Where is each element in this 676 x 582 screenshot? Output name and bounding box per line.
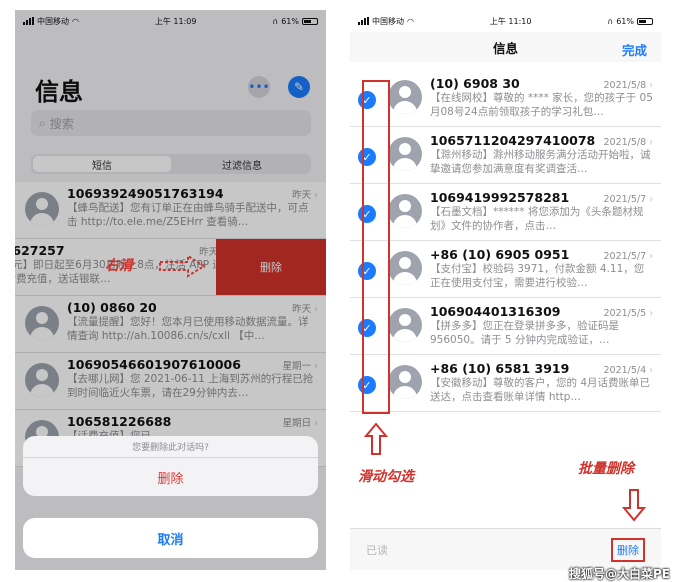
table-row[interactable]: ✓ 10657112042974100782021/5/8 【滁州移动】滁州移动… [350, 127, 661, 184]
annotation-swipe-right: 右滑 [105, 258, 133, 274]
down-arrow-icon [622, 489, 646, 522]
sender: 10694199925782​81 [430, 190, 570, 205]
date: 2021/5/4 [604, 365, 654, 376]
preview: 【安徽移动】尊敬的客户，您的 4月话费账单已送达，点击查看账单详情 http… [430, 377, 651, 403]
table-row[interactable]: ✓ 10694199925782​812021/5/7 【石墨文档】******… [350, 184, 661, 241]
clock: 上午 11:10 [489, 16, 532, 26]
left-phone-screenshot: 中国移动 ◠ 上午 11:09 ∩ 61% 信息 ••• ✎ ⌕ 搜索 短信 过… [15, 10, 326, 570]
batch-delete-button[interactable]: 删除 [611, 537, 645, 562]
avatar [388, 251, 422, 285]
avatar [388, 194, 422, 228]
mark-read-button[interactable]: 已读 [366, 542, 388, 558]
cancel-button[interactable]: 取消 [23, 518, 318, 558]
table-row[interactable]: ✓ 1069044013163092021/5/5 【拼多多】您正在登录拼多多，… [350, 298, 661, 355]
annotation-swipe-select: 滑动勾选 [358, 469, 414, 485]
avatar [388, 80, 422, 114]
date: 2021/5/8 [604, 137, 654, 148]
preview: 【滁州移动】滁州移动服务满分活动开始啦，诚挚邀请您参加满意度有奖调查活… [430, 149, 651, 175]
avatar [388, 137, 422, 171]
date: 2021/5/8 [604, 80, 654, 91]
preview: 【石墨文档】****** 将您添加为《头条题材规划》文件的协作者，点击… [430, 206, 644, 232]
table-row[interactable]: ✓ +86 (10) 6905 09512021/5/7 【支付宝】校验码 39… [350, 241, 661, 298]
avatar [388, 365, 422, 399]
annotation-selection-box [362, 80, 390, 414]
annotation-batch-delete: 批量删除 [578, 461, 634, 477]
table-row[interactable]: ✓ +86 (10) 6581 39192021/5/4 【安徽移动】尊敬的客户… [350, 355, 661, 412]
right-arrow-icon [159, 254, 206, 278]
sender: +86 (10) 6905 0951 [430, 247, 570, 262]
bottom-toolbar: 已读 删除 [350, 528, 661, 570]
wifi-icon: ◠ [407, 16, 414, 26]
sender: 106904401316309 [430, 304, 561, 319]
done-button[interactable]: 完成 [622, 40, 647, 59]
sender: (10) 6908 30 [430, 76, 520, 91]
signal-icon [358, 17, 369, 25]
avatar [388, 308, 422, 342]
preview: 【在线网校】尊敬的 **** 家长，您的孩子于 05月08号24点前领取孩子的学… [430, 92, 653, 118]
watermark: 搜狐号@大白菜PE [569, 567, 670, 581]
selectable-message-list: ✓ (10) 6908 302021/5/8 【在线网校】尊敬的 **** 家长… [350, 70, 661, 412]
confirm-delete-button[interactable]: 删除 [23, 458, 318, 496]
status-bar: 中国移动 ◠ 上午 11:10 ∩ 61% [350, 10, 661, 32]
carrier-label: 中国移动 [372, 16, 404, 26]
preview: 【支付宝】校验码 3971，付款金额 4.11，您正在使用支付宝，需要进行校验… [430, 263, 645, 289]
navigation-bar: 信息 完成 [350, 32, 661, 62]
action-sheet-question: 您要删除此对话吗? [23, 436, 318, 458]
table-row[interactable]: ✓ (10) 6908 302021/5/8 【在线网校】尊敬的 **** 家长… [350, 70, 661, 127]
date: 2021/5/7 [604, 194, 654, 205]
headphone-icon: ∩ [607, 16, 614, 26]
battery-icon [636, 17, 653, 25]
sender: 1065711204297410078 [430, 133, 596, 148]
preview: 【拼多多】您正在登录拼多多，验证码是 956050。请于 5 分钟内完成验证，… [430, 320, 619, 346]
action-sheet: 您要删除此对话吗? 删除 [23, 436, 318, 496]
sender: +86 (10) 6581 3919 [430, 361, 570, 376]
right-phone-screenshot: 中国移动 ◠ 上午 11:10 ∩ 61% 信息 完成 ✓ (10) 6908 … [350, 10, 661, 570]
nav-title: 信息 [492, 40, 518, 56]
date: 2021/5/7 [604, 251, 654, 262]
date: 2021/5/5 [604, 308, 654, 319]
battery-percent: 61% [616, 16, 634, 26]
up-arrow-icon [364, 422, 388, 455]
